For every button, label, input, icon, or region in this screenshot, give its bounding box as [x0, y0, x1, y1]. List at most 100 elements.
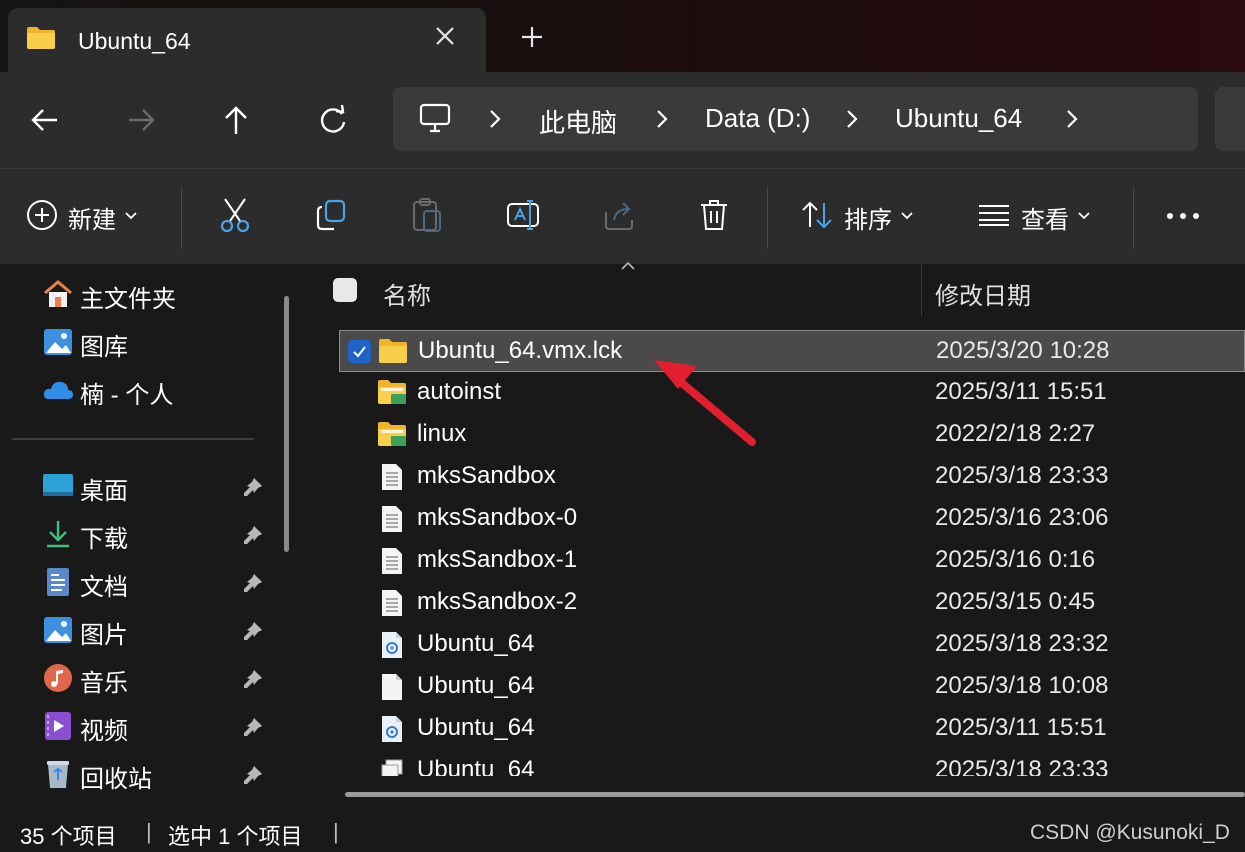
status-divider: | — [333, 819, 339, 844]
select-all-checkbox[interactable] — [333, 278, 357, 302]
toolbar-divider — [1133, 187, 1134, 249]
scissors-icon — [218, 197, 252, 238]
arrow-right-icon[interactable] — [123, 102, 159, 138]
copy-button[interactable] — [314, 189, 348, 245]
chevron-right-icon[interactable] — [1065, 107, 1079, 131]
new-button[interactable]: 新建 — [26, 189, 138, 245]
sidebar-item-label: 视频 — [80, 717, 128, 745]
desktop-icon — [42, 472, 74, 505]
sidebar-item-onedrive[interactable]: 楠 - 个人 — [42, 372, 173, 412]
chevron-right-icon[interactable] — [655, 107, 669, 131]
sidebar-item-label: 图片 — [80, 621, 128, 649]
file-row[interactable]: Ubuntu_64 2025/3/11 15:51 — [339, 708, 1245, 750]
chevron-right-icon[interactable] — [845, 107, 859, 131]
file-name: Ubuntu_64 — [417, 672, 535, 699]
file-date: 2025/3/15 0:45 — [935, 588, 1096, 615]
text-file-icon — [377, 547, 407, 575]
sidebar-item-label: 桌面 — [80, 477, 128, 505]
tab-title: Ubuntu_64 — [78, 28, 191, 54]
sidebar-divider — [12, 438, 254, 440]
iso-folder-icon — [377, 421, 407, 449]
file-date: 2025/3/18 10:08 — [935, 672, 1109, 699]
sidebar-item-recycle-bin[interactable]: 回收站 — [42, 756, 152, 796]
recycle-bin-icon — [42, 758, 74, 795]
file-row[interactable]: mksSandbox-0 2025/3/16 23:06 — [339, 498, 1245, 540]
sidebar-item-downloads[interactable]: 下载 — [42, 516, 128, 556]
file-row[interactable]: mksSandbox-1 2025/3/16 0:16 — [339, 540, 1245, 582]
status-divider: | — [146, 819, 152, 844]
column-divider[interactable] — [921, 264, 922, 316]
file-row[interactable]: Ubuntu_64 2025/3/18 10:08 — [339, 666, 1245, 708]
delete-button[interactable] — [698, 189, 730, 245]
search-box[interactable] — [1215, 87, 1245, 151]
sidebar-item-videos[interactable]: 视频 — [42, 708, 128, 748]
more-icon — [1165, 208, 1201, 226]
file-row[interactable]: Ubuntu_64 2025/3/18 23:32 — [339, 624, 1245, 666]
sidebar-item-pictures[interactable]: 图片 — [42, 612, 128, 652]
view-list-icon — [977, 203, 1011, 232]
file-date: 2025/3/16 0:16 — [935, 546, 1096, 573]
file-name: Ubuntu_64 — [417, 714, 535, 741]
rename-button[interactable] — [506, 189, 542, 245]
horizontal-scrollbar[interactable] — [345, 792, 1245, 797]
row-checkbox[interactable] — [348, 340, 371, 363]
sidebar-item-label: 文档 — [80, 573, 128, 601]
close-icon[interactable] — [432, 25, 458, 51]
command-bar: 新建 排序 查看 — [0, 168, 1245, 264]
share-button[interactable] — [602, 189, 636, 245]
pin-icon[interactable] — [240, 716, 264, 740]
sidebar-item-gallery[interactable]: 图库 — [42, 324, 128, 364]
share-icon — [602, 198, 636, 237]
sidebar-item-music[interactable]: 音乐 — [42, 660, 128, 700]
address-bar[interactable]: 此电脑 Data (D:) Ubuntu_64 — [393, 87, 1198, 151]
vm-file-icon — [377, 757, 407, 776]
config-file-icon — [377, 715, 407, 743]
file-row[interactable]: Ubuntu_64.vmx.lck 2025/3/20 10:28 — [339, 330, 1245, 372]
copy-icon — [314, 198, 348, 237]
column-header-date[interactable]: 修改日期 — [935, 276, 1031, 311]
tab-ubuntu-64[interactable]: Ubuntu_64 — [8, 8, 486, 72]
breadcrumb-this-pc[interactable]: 此电脑 — [539, 103, 617, 140]
arrow-left-icon[interactable] — [27, 102, 63, 138]
pin-icon[interactable] — [240, 764, 264, 788]
file-rows: Ubuntu_64.vmx.lck 2025/3/20 10:28 autoin… — [312, 328, 1245, 776]
file-row[interactable]: linux 2022/2/18 2:27 — [339, 414, 1245, 456]
file-name: mksSandbox-0 — [417, 504, 578, 531]
cut-button[interactable] — [218, 189, 252, 245]
file-row[interactable]: mksSandbox 2025/3/18 23:33 — [339, 456, 1245, 498]
file-date: 2025/3/18 23:33 — [935, 756, 1109, 776]
chevron-down-icon — [124, 208, 138, 226]
onedrive-cloud-icon — [42, 378, 74, 407]
breadcrumb-data-d[interactable]: Data (D:) — [705, 103, 810, 134]
pin-icon[interactable] — [240, 668, 264, 692]
sort-button[interactable]: 排序 — [800, 189, 914, 245]
breadcrumb-ubuntu-64[interactable]: Ubuntu_64 — [895, 103, 1022, 134]
sort-label: 排序 — [844, 206, 892, 234]
file-name: mksSandbox-2 — [417, 588, 578, 615]
pictures-icon — [42, 614, 74, 651]
sidebar-item-desktop[interactable]: 桌面 — [42, 468, 128, 508]
plus-icon[interactable] — [516, 22, 548, 54]
column-header-name[interactable]: 名称 — [383, 276, 431, 311]
text-file-icon — [377, 589, 407, 617]
pin-icon[interactable] — [240, 572, 264, 596]
status-bar: 35 个项目 | 选中 1 个项目 | CSDN @Kusunoki_D — [0, 809, 1245, 852]
paste-button[interactable] — [410, 189, 444, 245]
pin-icon[interactable] — [240, 524, 264, 548]
sidebar-item-home[interactable]: 主文件夹 — [42, 276, 176, 316]
sidebar-item-label: 下载 — [80, 525, 128, 553]
sidebar-item-documents[interactable]: 文档 — [42, 564, 128, 604]
sidebar-scrollbar[interactable] — [284, 296, 289, 552]
pin-icon[interactable] — [240, 620, 264, 644]
navigation-pane: 主文件夹 图库 楠 - 个人 桌面 下载 文档 图片 音乐 视频 回收站 — [0, 264, 300, 809]
view-button[interactable]: 查看 — [977, 189, 1091, 245]
refresh-icon[interactable] — [315, 102, 351, 138]
file-row[interactable]: Ubuntu_64 2025/3/18 23:33 — [339, 750, 1245, 776]
chevron-right-icon[interactable] — [488, 107, 502, 131]
more-button[interactable] — [1165, 189, 1201, 245]
arrow-up-icon[interactable] — [218, 102, 254, 138]
file-row[interactable]: mksSandbox-2 2025/3/15 0:45 — [339, 582, 1245, 624]
file-row[interactable]: autoinst 2025/3/11 15:51 — [339, 372, 1245, 414]
pin-icon[interactable] — [240, 476, 264, 500]
navigation-bar: 此电脑 Data (D:) Ubuntu_64 — [0, 72, 1245, 168]
